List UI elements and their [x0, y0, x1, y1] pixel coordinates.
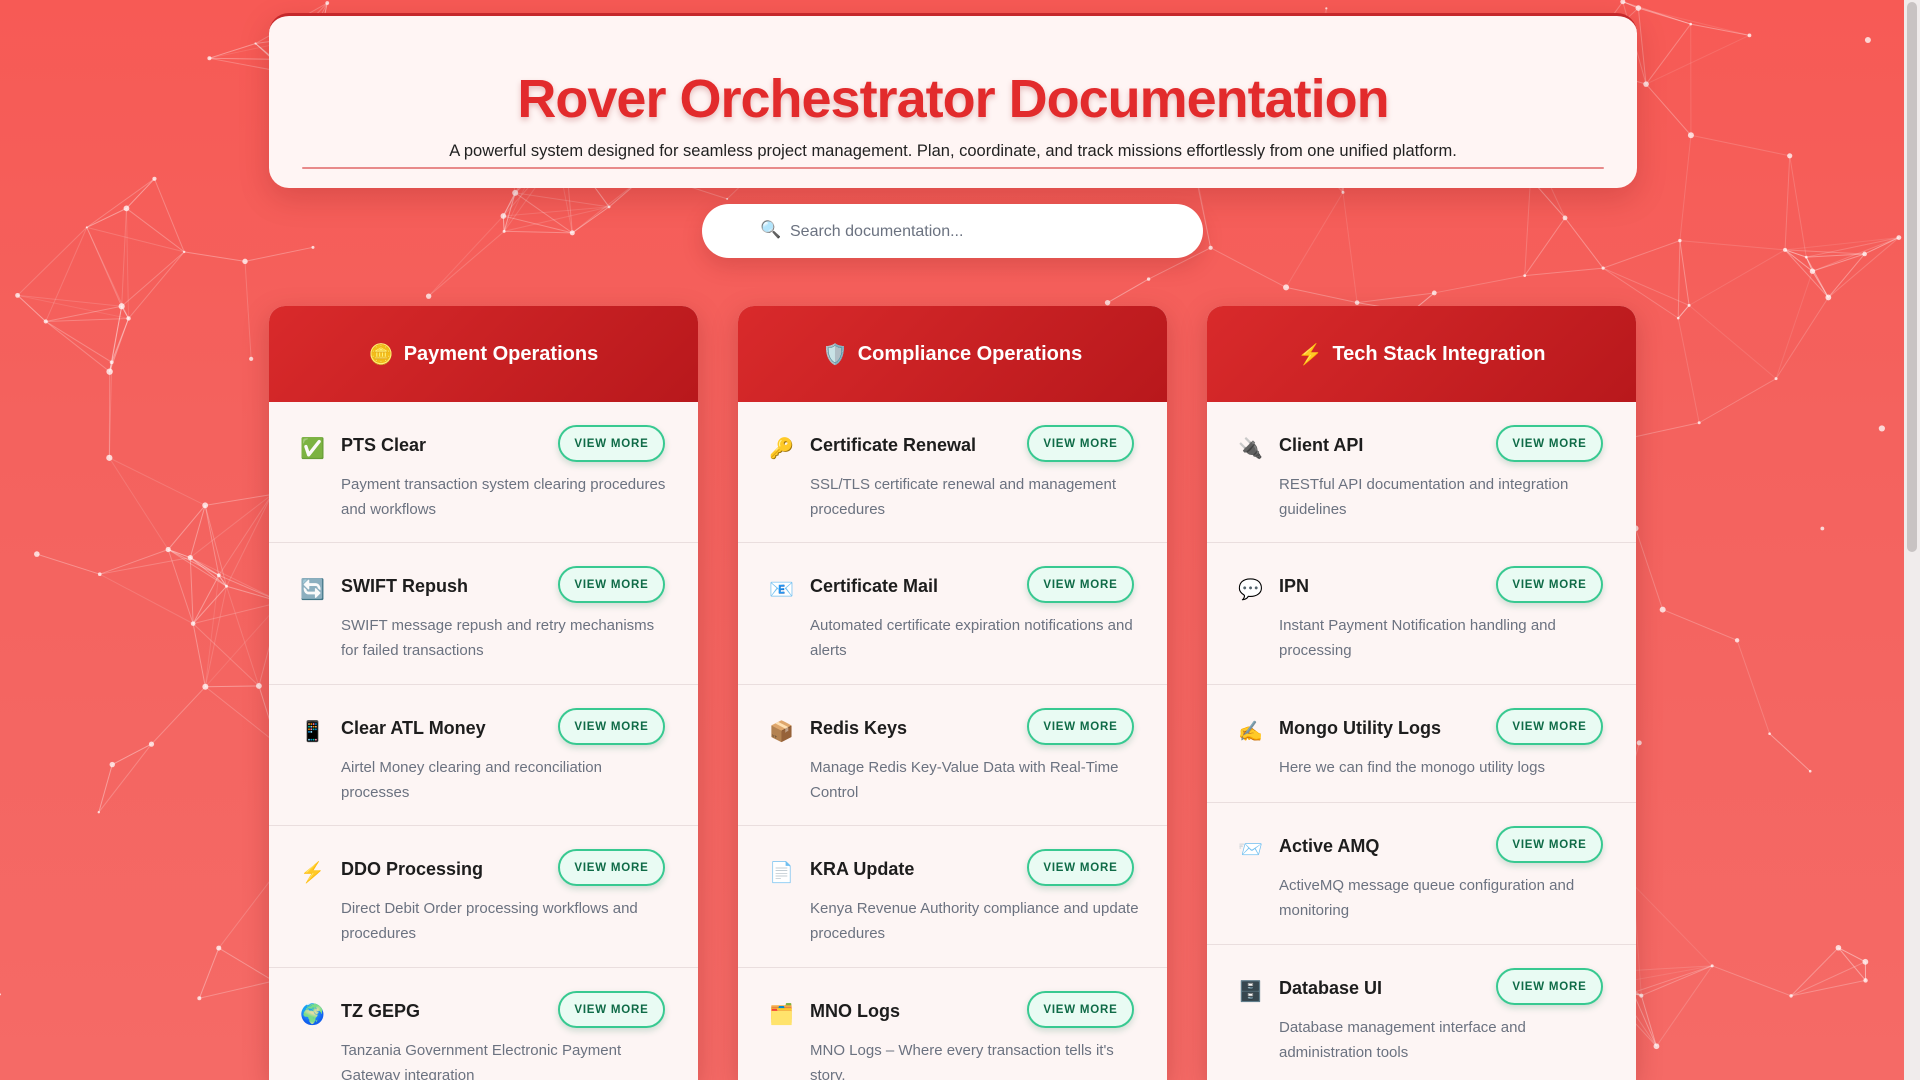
view-more-button[interactable]: VIEW MORE	[1027, 849, 1134, 886]
item-title: Client API	[1279, 435, 1364, 455]
item-title: TZ GEPG	[341, 1001, 421, 1021]
item-description: Manage Redis Key-Value Data with Real-Ti…	[810, 759, 1119, 801]
doc-item-swift-repush: 🔄 SWIFT Repush VIEW MORE SWIFT message r…	[269, 543, 698, 685]
doc-item-tz-gepg: 🌍 TZ GEPG VIEW MORE Tanzania Government …	[269, 968, 698, 1080]
check-icon: ✅	[300, 438, 325, 460]
item-title: MNO Logs	[810, 1001, 900, 1021]
scrollbar-thumb[interactable]	[1907, 2, 1917, 552]
item-description: Payment transaction system clearing proc…	[341, 476, 666, 518]
column-header: ⚡ Tech Stack Integration	[1207, 306, 1636, 402]
item-title: IPN	[1279, 576, 1310, 596]
doc-item-ipn: 💬 IPN VIEW MORE Instant Payment Notifica…	[1207, 543, 1636, 685]
mobile-phone-icon: 📱	[300, 721, 325, 743]
plug-icon: 🔌	[1238, 438, 1263, 460]
view-more-button[interactable]: VIEW MORE	[1496, 968, 1603, 1005]
search-icon: 🔍	[760, 220, 782, 239]
item-description: Here we can find the monogo utility logs	[1279, 759, 1545, 776]
item-description: MNO Logs – Where every transaction tells…	[810, 1042, 1114, 1080]
item-description: Tanzania Government Electronic Payment G…	[341, 1042, 622, 1080]
item-description: Airtel Money clearing and reconciliation…	[341, 759, 602, 801]
column-payment-operations: 🪙 Payment Operations ✅ PTS Clear VIEW MO…	[269, 306, 698, 1080]
view-more-button[interactable]: VIEW MORE	[1496, 425, 1603, 462]
item-description: Automated certificate expiration notific…	[810, 617, 1133, 659]
column-title: Tech Stack Integration	[1332, 342, 1546, 365]
view-more-button[interactable]: VIEW MORE	[558, 566, 665, 603]
doc-item-mno-logs: 🗂️ MNO Logs VIEW MORE MNO Logs – Where e…	[738, 968, 1167, 1080]
item-description: Instant Payment Notification handling an…	[1279, 617, 1556, 659]
item-title: PTS Clear	[341, 435, 427, 455]
item-description: SSL/TLS certificate renewal and manageme…	[810, 476, 1116, 518]
header-card: Rover Orchestrator Documentation A power…	[269, 13, 1637, 188]
doc-item-ddo-processing: ⚡ DDO Processing VIEW MORE Direct Debit …	[269, 826, 698, 968]
doc-item-pts-clear: ✅ PTS Clear VIEW MORE Payment transactio…	[269, 402, 698, 543]
cabinet-icon: 🗄️	[1238, 981, 1263, 1003]
page-subtitle: A powerful system designed for seamless …	[449, 142, 1457, 160]
page-title: Rover Orchestrator Documentation	[517, 69, 1389, 129]
refresh-icon: 🔄	[300, 579, 325, 601]
globe-icon: 🌍	[300, 1004, 325, 1026]
view-more-button[interactable]: VIEW MORE	[1496, 566, 1603, 603]
view-more-button[interactable]: VIEW MORE	[1496, 708, 1603, 745]
item-title: Active AMQ	[1279, 836, 1380, 856]
view-more-button[interactable]: VIEW MORE	[558, 425, 665, 462]
column-header: 🛡️ Compliance Operations	[738, 306, 1167, 402]
key-icon: 🔑	[769, 438, 794, 460]
lightning-icon: ⚡	[1297, 343, 1323, 366]
speech-bubble-icon: 💬	[1238, 579, 1263, 601]
item-title: Mongo Utility Logs	[1279, 718, 1441, 738]
view-more-button[interactable]: VIEW MORE	[558, 991, 665, 1028]
package-icon: 📦	[769, 721, 794, 743]
doc-item-mongo-utility-logs: ✍️ Mongo Utility Logs VIEW MORE Here we …	[1207, 685, 1636, 803]
item-title: Database UI	[1279, 978, 1383, 998]
search-box[interactable]: 🔍	[702, 204, 1203, 258]
scrollbar[interactable]	[1904, 0, 1920, 1080]
envelope-icon: 📨	[1238, 839, 1263, 861]
view-more-button[interactable]: VIEW MORE	[1027, 425, 1134, 462]
item-description: Database management interface and admini…	[1279, 1019, 1526, 1061]
writing-hand-icon: ✍️	[1238, 721, 1263, 743]
column-header: 🪙 Payment Operations	[269, 306, 698, 402]
view-more-button[interactable]: VIEW MORE	[1027, 991, 1134, 1028]
column-compliance-operations: 🛡️ Compliance Operations 🔑 Certificate R…	[738, 306, 1167, 1080]
column-tech-stack-integration: ⚡ Tech Stack Integration 🔌 Client API VI…	[1207, 306, 1636, 1080]
lightning-icon: ⚡	[300, 862, 325, 884]
coin-icon: 🪙	[368, 343, 394, 366]
shield-icon: 🛡️	[822, 343, 848, 366]
view-more-button[interactable]: VIEW MORE	[1027, 708, 1134, 745]
view-more-button[interactable]: VIEW MORE	[558, 708, 665, 745]
column-title: Compliance Operations	[857, 342, 1083, 365]
item-description: SWIFT message repush and retry mechanism…	[341, 617, 655, 659]
doc-item-client-api: 🔌 Client API VIEW MORE RESTful API docum…	[1207, 402, 1636, 543]
header-divider	[302, 167, 1604, 169]
item-description: Direct Debit Order processing workflows …	[341, 900, 638, 942]
doc-item-kra-update: 📄 KRA Update VIEW MORE Kenya Revenue Aut…	[738, 826, 1167, 968]
item-title: KRA Update	[810, 859, 915, 879]
item-title: SWIFT Repush	[341, 576, 468, 596]
document-icon: 📄	[769, 862, 794, 884]
doc-item-certificate-mail: 📧 Certificate Mail VIEW MORE Automated c…	[738, 543, 1167, 685]
doc-item-clear-atl-money: 📱 Clear ATL Money VIEW MORE Airtel Money…	[269, 685, 698, 826]
email-icon: 📧	[769, 579, 794, 601]
item-title: Redis Keys	[810, 718, 908, 738]
view-more-button[interactable]: VIEW MORE	[1496, 826, 1603, 863]
item-description: ActiveMQ message queue configuration and…	[1279, 877, 1575, 919]
item-description: RESTful API documentation and integratio…	[1279, 476, 1569, 518]
doc-item-redis-keys: 📦 Redis Keys VIEW MORE Manage Redis Key-…	[738, 685, 1167, 826]
column-title: Payment Operations	[403, 342, 599, 365]
doc-item-certificate-renewal: 🔑 Certificate Renewal VIEW MORE SSL/TLS …	[738, 402, 1167, 543]
item-title: DDO Processing	[341, 859, 484, 879]
search-input[interactable]	[788, 214, 1172, 250]
folder-icon: 🗂️	[769, 1004, 794, 1026]
item-title: Clear ATL Money	[341, 718, 486, 738]
view-more-button[interactable]: VIEW MORE	[558, 849, 665, 886]
item-description: Kenya Revenue Authority compliance and u…	[810, 900, 1139, 942]
view-more-button[interactable]: VIEW MORE	[1027, 566, 1134, 603]
item-title: Certificate Mail	[810, 576, 939, 596]
doc-item-database-ui: 🗄️ Database UI VIEW MORE Database manage…	[1207, 945, 1636, 1080]
item-title: Certificate Renewal	[810, 435, 977, 455]
doc-item-active-amq: 📨 Active AMQ VIEW MORE ActiveMQ message …	[1207, 803, 1636, 945]
